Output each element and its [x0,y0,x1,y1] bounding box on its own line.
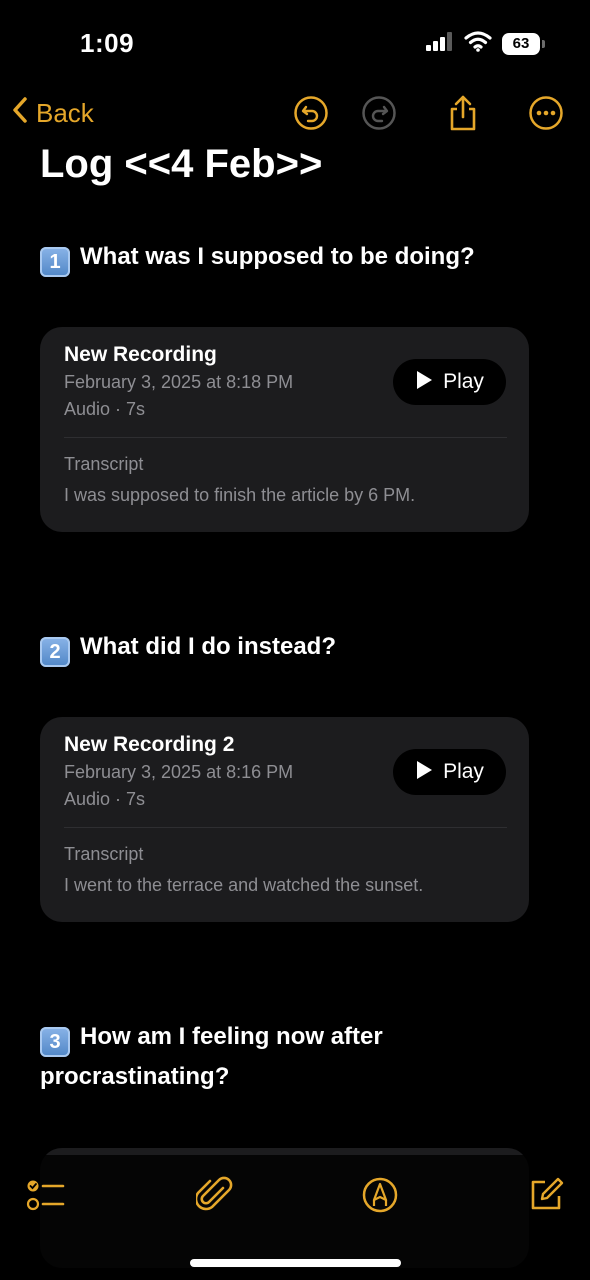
more-icon[interactable] [527,94,565,132]
transcript-text: I went to the terrace and watched the su… [64,875,424,895]
play-label: Play [443,370,484,393]
question-text: How am I feeling now after procrastinati… [40,1023,383,1090]
audio-recording-card[interactable]: New Recording February 3, 2025 at 8:18 P… [40,327,529,532]
transcript-label: Transcript [64,844,144,864]
question-heading[interactable]: 2 What did I do instead? [40,627,550,667]
keycap-number-icon: 3 [40,1027,70,1057]
back-label: Back [36,98,94,128]
note-title[interactable]: Log <<4 Feb>> [40,140,322,188]
keycap-number-icon: 2 [40,637,70,667]
recording-date: February 3, 2025 at 8:16 PM [64,762,294,782]
back-button[interactable]: Back [12,96,94,131]
transcript-text: I was supposed to finish the article by … [64,485,416,505]
attachment-icon[interactable] [195,1175,235,1215]
keycap-number-icon: 1 [40,247,70,277]
play-button[interactable]: Play [393,749,506,795]
recording-title: New Recording [64,343,217,366]
question-heading[interactable]: 3 How am I feeling now after procrastinat… [40,1017,550,1097]
play-icon [415,370,433,395]
markup-pen-icon[interactable] [360,1175,400,1215]
recording-title: New Recording 2 [64,733,235,756]
divider [64,437,507,438]
transcript-label: Transcript [64,454,144,474]
audio-recording-card[interactable]: New Recording 2 February 3, 2025 at 8:16… [40,717,529,922]
recording-meta: Audio · 7s [64,399,146,419]
question-text: What was I supposed to be doing? [80,243,475,270]
play-label: Play [443,760,484,783]
recording-date: February 3, 2025 at 8:18 PM [64,372,294,392]
checklist-icon[interactable] [26,1175,66,1215]
battery-indicator: 63 [502,32,545,55]
status-indicators: 63 [426,30,545,57]
compose-icon[interactable] [526,1175,566,1215]
play-button[interactable]: Play [393,359,506,405]
status-bar: 1:09 63 [0,0,590,80]
play-icon [415,760,433,785]
question-heading[interactable]: 1 What was I supposed to be doing? [40,237,550,277]
wifi-icon [464,30,492,57]
divider [64,827,507,828]
share-icon[interactable] [444,94,482,132]
home-indicator[interactable] [190,1259,401,1267]
question-text: What did I do instead? [80,633,336,660]
recording-meta: Audio · 7s [64,789,146,809]
navigation-bar: Back [0,88,590,140]
cellular-signal-icon [426,31,454,56]
status-time: 1:09 [80,28,135,58]
undo-icon[interactable] [292,94,330,132]
chevron-left-icon [12,96,28,131]
redo-icon[interactable] [360,94,398,132]
